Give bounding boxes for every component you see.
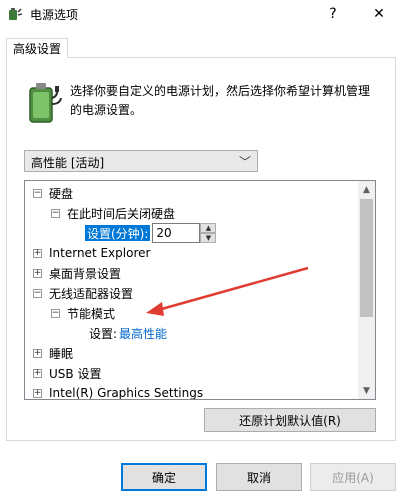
chevron-down-icon: ﹀ (238, 155, 251, 169)
tree-item-label: 硬盘 (49, 186, 74, 201)
tree-item-label: 桌面背景设置 (49, 266, 122, 281)
setting-label: 设置: (89, 326, 118, 341)
expand-icon[interactable]: + (33, 348, 42, 358)
tree-item-wireless-adapter[interactable]: − 无线适配器设置 (33, 283, 133, 303)
tree-item-turn-off-disk[interactable]: − 在此时间后关闭硬盘 (51, 203, 175, 223)
settings-tree[interactable]: − 硬盘 − 在此时间后关闭硬盘 设置(分钟): 20 ▲ ▼ + Intern… (24, 180, 376, 400)
close-button[interactable]: ✕ (356, 0, 402, 28)
ok-button[interactable]: 确定 (121, 463, 207, 491)
spin-up-icon[interactable]: ▲ (200, 223, 217, 233)
tree-item-internet-explorer[interactable]: + Internet Explorer (33, 243, 150, 263)
collapse-icon[interactable]: − (33, 188, 42, 198)
tree-item-power-saving-mode[interactable]: − 节能模式 (51, 303, 115, 323)
tree-item-label: 在此时间后关闭硬盘 (67, 206, 176, 221)
collapse-icon[interactable]: − (33, 288, 42, 298)
minutes-input[interactable]: 20 (152, 223, 201, 243)
tree-item-label: USB 设置 (49, 366, 102, 381)
tree-item-label: Internet Explorer (49, 246, 151, 260)
tree-item-setting-minutes[interactable]: 设置(分钟): 20 ▲ ▼ (85, 223, 217, 243)
restore-defaults-button[interactable]: 还原计划默认值(R) (204, 408, 376, 432)
power-plan-value: 高性能 [活动] (31, 156, 105, 170)
description-text: 选择你要自定义的电源计划，然后选择你希望计算机管理的电源设置。 (70, 84, 371, 117)
vertical-scrollbar[interactable]: ▲ ▼ (358, 181, 375, 399)
expand-icon[interactable]: + (33, 388, 42, 398)
tree-item-usb[interactable]: + USB 设置 (33, 363, 101, 383)
power-plan-select[interactable]: 高性能 [活动] ﹀ (24, 150, 258, 172)
tab-advanced-settings[interactable]: 高级设置 (6, 38, 68, 58)
expand-icon[interactable]: + (33, 268, 42, 278)
tree-item-label: 睡眠 (49, 346, 74, 361)
power-options-icon (9, 8, 23, 20)
scroll-down-icon[interactable]: ▼ (358, 382, 375, 399)
tree-item-label: 无线适配器设置 (49, 286, 134, 301)
window-title: 电源选项 (30, 8, 79, 22)
tree-item-intel-graphics[interactable]: + Intel(R) Graphics Settings (33, 383, 204, 400)
collapse-icon[interactable]: − (51, 208, 60, 218)
setting-minutes-label: 设置(分钟): (85, 225, 151, 241)
expand-icon[interactable]: + (33, 368, 42, 378)
help-button[interactable]: ? (310, 0, 356, 28)
collapse-icon[interactable]: − (51, 308, 60, 318)
tree-item-harddisk[interactable]: − 硬盘 (33, 183, 73, 203)
cancel-button[interactable]: 取消 (216, 463, 302, 491)
tree-item-desktop-background[interactable]: + 桌面背景设置 (33, 263, 121, 283)
tree-item-label: Intel(R) Graphics Settings (49, 386, 204, 400)
tree-item-label: 节能模式 (67, 306, 116, 321)
power-saving-value-link[interactable]: 最高性能 (119, 325, 167, 342)
expand-icon[interactable]: + (33, 248, 42, 258)
apply-button[interactable]: 应用(A) (310, 463, 396, 491)
minutes-spinner[interactable]: ▲ ▼ (200, 223, 217, 243)
spin-down-icon[interactable]: ▼ (200, 233, 217, 243)
tree-item-power-saving-setting[interactable]: 设置: 最高性能 (89, 323, 167, 343)
battery-icon (29, 83, 62, 123)
scroll-up-icon[interactable]: ▲ (358, 181, 375, 198)
tree-item-sleep[interactable]: + 睡眠 (33, 343, 73, 363)
scroll-thumb[interactable] (360, 199, 373, 317)
title-bar: 电源选项 ? ✕ (0, 0, 402, 28)
